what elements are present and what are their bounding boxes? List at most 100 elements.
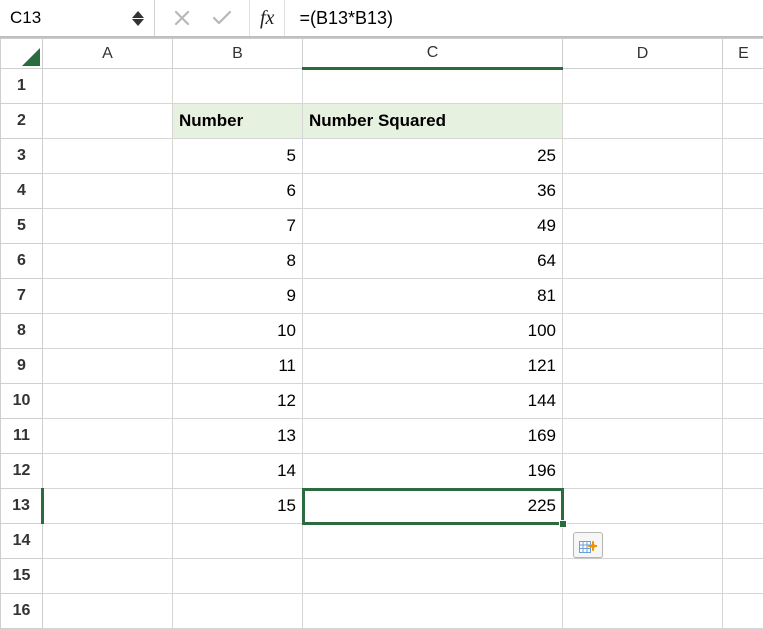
cell-E7[interactable] xyxy=(723,279,763,314)
cell-D16[interactable] xyxy=(563,594,723,629)
cancel-icon[interactable] xyxy=(171,7,193,29)
cell-C2[interactable]: Number Squared xyxy=(303,104,563,139)
cell-E5[interactable] xyxy=(723,209,763,244)
cell-C12[interactable]: 196 xyxy=(303,454,563,489)
cell-D6[interactable] xyxy=(563,244,723,279)
cell-B1[interactable] xyxy=(173,69,303,104)
cell-C7[interactable]: 81 xyxy=(303,279,563,314)
row-header-12[interactable]: 12 xyxy=(1,454,43,489)
cell-C3[interactable]: 25 xyxy=(303,139,563,174)
cell-B14[interactable] xyxy=(173,524,303,559)
cell-E12[interactable] xyxy=(723,454,763,489)
col-header-C[interactable]: C xyxy=(303,39,563,69)
col-header-E[interactable]: E xyxy=(723,39,763,69)
row-header-4[interactable]: 4 xyxy=(1,174,43,209)
cell-A12[interactable] xyxy=(43,454,173,489)
cell-E2[interactable] xyxy=(723,104,763,139)
cell-B3[interactable]: 5 xyxy=(173,139,303,174)
cell-C14[interactable] xyxy=(303,524,563,559)
cell-B15[interactable] xyxy=(173,559,303,594)
cell-B13[interactable]: 15 xyxy=(173,489,303,524)
cell-D9[interactable] xyxy=(563,349,723,384)
cell-A10[interactable] xyxy=(43,384,173,419)
cell-E11[interactable] xyxy=(723,419,763,454)
cell-D3[interactable] xyxy=(563,139,723,174)
cell-C11[interactable]: 169 xyxy=(303,419,563,454)
row-header-11[interactable]: 11 xyxy=(1,419,43,454)
chevron-down-icon[interactable] xyxy=(132,19,144,26)
cell-D8[interactable] xyxy=(563,314,723,349)
cell-B11[interactable]: 13 xyxy=(173,419,303,454)
cell-C13[interactable]: 225 xyxy=(303,489,563,524)
cell-E13[interactable] xyxy=(723,489,763,524)
name-box[interactable]: C13 xyxy=(0,0,155,36)
cell-A7[interactable] xyxy=(43,279,173,314)
cell-D10[interactable] xyxy=(563,384,723,419)
cell-B6[interactable]: 8 xyxy=(173,244,303,279)
cell-D5[interactable] xyxy=(563,209,723,244)
cell-C10[interactable]: 144 xyxy=(303,384,563,419)
cell-D2[interactable] xyxy=(563,104,723,139)
cell-E16[interactable] xyxy=(723,594,763,629)
row-header-16[interactable]: 16 xyxy=(1,594,43,629)
row-header-2[interactable]: 2 xyxy=(1,104,43,139)
row-header-10[interactable]: 10 xyxy=(1,384,43,419)
col-header-D[interactable]: D xyxy=(563,39,723,69)
formula-input[interactable] xyxy=(285,0,763,36)
cell-A9[interactable] xyxy=(43,349,173,384)
cell-A5[interactable] xyxy=(43,209,173,244)
row-header-6[interactable]: 6 xyxy=(1,244,43,279)
fill-handle[interactable] xyxy=(559,520,567,528)
cell-B9[interactable]: 11 xyxy=(173,349,303,384)
cell-D4[interactable] xyxy=(563,174,723,209)
row-header-3[interactable]: 3 xyxy=(1,139,43,174)
cell-A15[interactable] xyxy=(43,559,173,594)
cell-D11[interactable] xyxy=(563,419,723,454)
cell-E15[interactable] xyxy=(723,559,763,594)
cell-A11[interactable] xyxy=(43,419,173,454)
cell-A8[interactable] xyxy=(43,314,173,349)
cell-B2[interactable]: Number xyxy=(173,104,303,139)
fx-label[interactable]: fx xyxy=(250,0,285,36)
cell-C9[interactable]: 121 xyxy=(303,349,563,384)
row-header-8[interactable]: 8 xyxy=(1,314,43,349)
cell-E9[interactable] xyxy=(723,349,763,384)
cell-A14[interactable] xyxy=(43,524,173,559)
cell-B10[interactable]: 12 xyxy=(173,384,303,419)
cell-E4[interactable] xyxy=(723,174,763,209)
col-header-A[interactable]: A xyxy=(43,39,173,69)
autofill-options-button[interactable] xyxy=(573,532,603,558)
cell-A3[interactable] xyxy=(43,139,173,174)
cell-B12[interactable]: 14 xyxy=(173,454,303,489)
col-header-B[interactable]: B xyxy=(173,39,303,69)
cell-C15[interactable] xyxy=(303,559,563,594)
cell-D13[interactable] xyxy=(563,489,723,524)
cell-D12[interactable] xyxy=(563,454,723,489)
name-box-spinner[interactable] xyxy=(132,11,144,26)
cell-A2[interactable] xyxy=(43,104,173,139)
cell-B8[interactable]: 10 xyxy=(173,314,303,349)
cell-E3[interactable] xyxy=(723,139,763,174)
row-header-14[interactable]: 14 xyxy=(1,524,43,559)
row-header-7[interactable]: 7 xyxy=(1,279,43,314)
cell-A4[interactable] xyxy=(43,174,173,209)
cell-B4[interactable]: 6 xyxy=(173,174,303,209)
cell-C1[interactable] xyxy=(303,69,563,104)
cell-C4[interactable]: 36 xyxy=(303,174,563,209)
chevron-up-icon[interactable] xyxy=(132,11,144,18)
cell-D7[interactable] xyxy=(563,279,723,314)
cell-C8[interactable]: 100 xyxy=(303,314,563,349)
cell-A13[interactable] xyxy=(43,489,173,524)
cell-B5[interactable]: 7 xyxy=(173,209,303,244)
row-header-13[interactable]: 13 xyxy=(1,489,43,524)
row-header-5[interactable]: 5 xyxy=(1,209,43,244)
cell-B7[interactable]: 9 xyxy=(173,279,303,314)
cell-B16[interactable] xyxy=(173,594,303,629)
row-header-15[interactable]: 15 xyxy=(1,559,43,594)
cell-E14[interactable] xyxy=(723,524,763,559)
cell-D1[interactable] xyxy=(563,69,723,104)
cell-E6[interactable] xyxy=(723,244,763,279)
cell-E10[interactable] xyxy=(723,384,763,419)
cell-C6[interactable]: 64 xyxy=(303,244,563,279)
cell-C5[interactable]: 49 xyxy=(303,209,563,244)
